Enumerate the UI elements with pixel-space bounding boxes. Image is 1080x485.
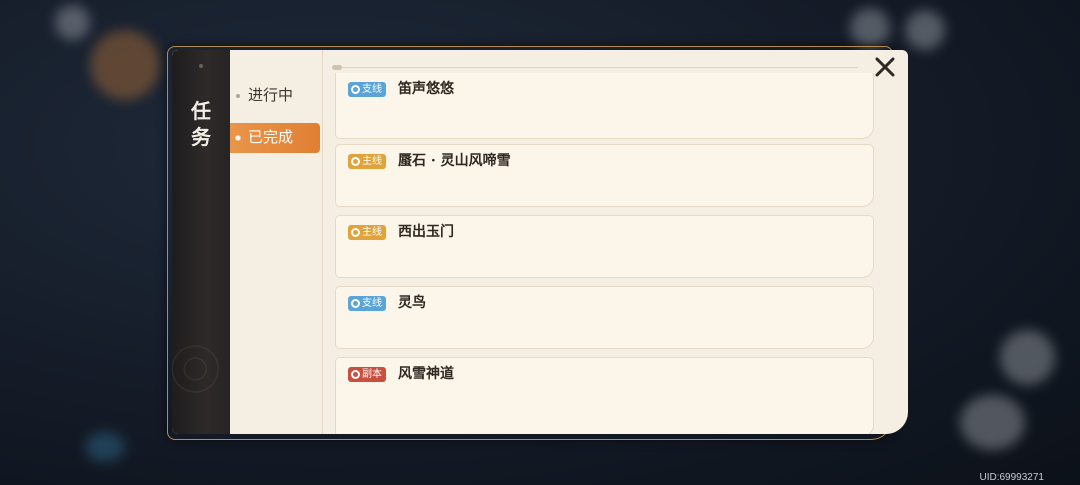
badge-label: 支线 xyxy=(362,298,382,309)
target-icon xyxy=(351,299,360,308)
background-blur xyxy=(1000,330,1055,385)
badge-label: 主线 xyxy=(362,156,382,167)
target-icon xyxy=(351,370,360,379)
badge-label: 主线 xyxy=(362,227,382,238)
quest-card[interactable]: 支线 灵鸟 xyxy=(335,286,874,349)
badge-label: 支线 xyxy=(362,84,382,95)
quest-dialog: 任 务 进行中 已完成 支线 笛声悠悠 主线 蜃石 · 灵山风啼雪 主线 西出玉… xyxy=(172,50,908,434)
quest-type-badge: 主线 xyxy=(348,154,386,169)
target-icon xyxy=(351,85,360,94)
panel-title: 任 务 xyxy=(172,98,230,150)
target-icon xyxy=(351,157,360,166)
scroll-track xyxy=(332,67,858,68)
quest-name: 风雪神道 xyxy=(398,366,454,382)
tab-label: 已完成 xyxy=(248,129,294,146)
close-button[interactable] xyxy=(874,56,896,78)
quest-card[interactable]: 主线 蜃石 · 灵山风啼雪 xyxy=(335,144,874,207)
background-blur xyxy=(960,395,1025,450)
background-blur xyxy=(90,30,160,100)
quest-type-badge: 支线 xyxy=(348,296,386,311)
tab-column: 进行中 已完成 xyxy=(230,50,323,434)
scroll-indicator[interactable] xyxy=(332,65,342,70)
background-blur xyxy=(905,10,945,50)
quest-type-badge: 副本 xyxy=(348,367,386,382)
panel-title-char: 任 xyxy=(191,99,211,123)
quest-type-badge: 支线 xyxy=(348,82,386,97)
title-strip: 任 务 xyxy=(172,50,230,434)
quest-card[interactable]: 副本 风雪神道 xyxy=(335,357,874,434)
ornament-dot xyxy=(199,64,203,68)
background-blur xyxy=(55,5,90,40)
tab-dot-icon xyxy=(235,135,241,141)
tab-completed[interactable]: 已完成 xyxy=(230,123,320,153)
badge-label: 副本 xyxy=(362,369,382,380)
quest-list[interactable]: 支线 笛声悠悠 主线 蜃石 · 灵山风啼雪 主线 西出玉门 支线 灵鸟 副本 风… xyxy=(322,50,908,434)
panel-title-char: 务 xyxy=(191,125,211,149)
close-x-icon xyxy=(875,57,895,77)
cloud-pattern xyxy=(172,324,230,414)
quest-card[interactable]: 主线 西出玉门 xyxy=(335,215,874,278)
quest-card[interactable]: 支线 笛声悠悠 xyxy=(335,73,874,139)
background-blur xyxy=(85,432,125,462)
user-id: UID:69993271 xyxy=(979,472,1045,483)
quest-name: 笛声悠悠 xyxy=(398,81,454,97)
target-icon xyxy=(351,228,360,237)
quest-name: 蜃石 · 灵山风啼雪 xyxy=(398,153,511,169)
quest-type-badge: 主线 xyxy=(348,225,386,240)
tab-dot-icon xyxy=(236,94,240,98)
background-blur xyxy=(850,8,890,48)
quest-name: 灵鸟 xyxy=(398,295,426,311)
quest-name: 西出玉门 xyxy=(398,224,454,240)
tab-in-progress[interactable]: 进行中 xyxy=(230,81,320,111)
tab-label: 进行中 xyxy=(248,87,294,104)
